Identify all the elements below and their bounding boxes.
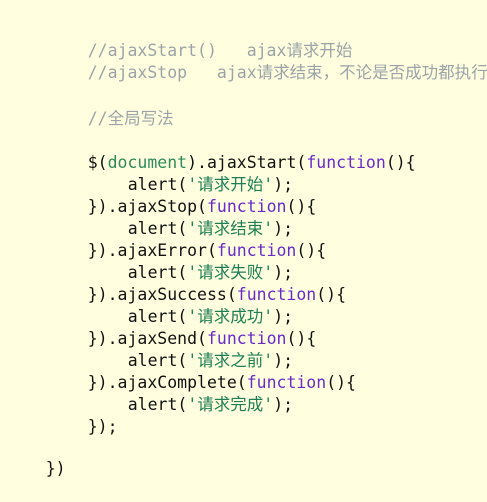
code-token: (){ [385,153,416,172]
code-line-ajaxsend: }).ajaxSend(function(){ [0,306,317,348]
code-token: (){ [316,285,347,304]
code-token: (){ [326,373,356,392]
code-line-comment-ajaxstop: //ajaxStop ajax请求结束，不论是否成功都执行 [0,40,487,82]
code-line-comment-ajaxstart: //ajaxStart() ajax请求开始 [0,18,353,60]
code-line-ajaxerror: }).ajaxError(function(){ [0,218,326,260]
code-token: }); [87,417,118,436]
code-editor[interactable]: //ajaxStart() ajax请求开始 //ajaxStop ajax请求… [0,0,487,478]
code-line-ajaxstop: }).ajaxStop(function(){ [0,174,317,216]
code-token: }) [45,459,66,478]
code-keyword-function: function [306,153,386,172]
code-line-ajaxcomplete: }).ajaxComplete(function(){ [0,350,356,392]
code-line-end-outer: }) [0,436,66,478]
code-line-alert-complete: alert('请求完成'); [0,372,293,414]
comment-token: //全局写法 [87,109,174,128]
code-token: (){ [296,241,327,260]
code-line-alert-end: alert('请求结束'); [0,196,293,238]
code-token: ); [273,395,294,414]
code-line-ajaxstart: $(document).ajaxStart(function(){ [0,130,416,172]
code-line-alert-success: alert('请求成功'); [0,284,293,326]
code-line-alert-fail: alert('请求失败'); [0,240,293,282]
code-line-alert-start: alert('请求开始'); [0,152,293,194]
comment-token: //ajaxStop ajax请求结束，不论是否成功都执行 [87,63,487,82]
code-line-comment-global: //全局写法 [0,86,174,128]
code-token: alert( [127,395,188,414]
code-string: '请求完成' [187,395,274,414]
code-line-end-chain: }); [0,394,118,436]
code-line-ajaxsuccess: }).ajaxSuccess(function(){ [0,262,346,304]
code-line-alert-before: alert('请求之前'); [0,328,293,370]
